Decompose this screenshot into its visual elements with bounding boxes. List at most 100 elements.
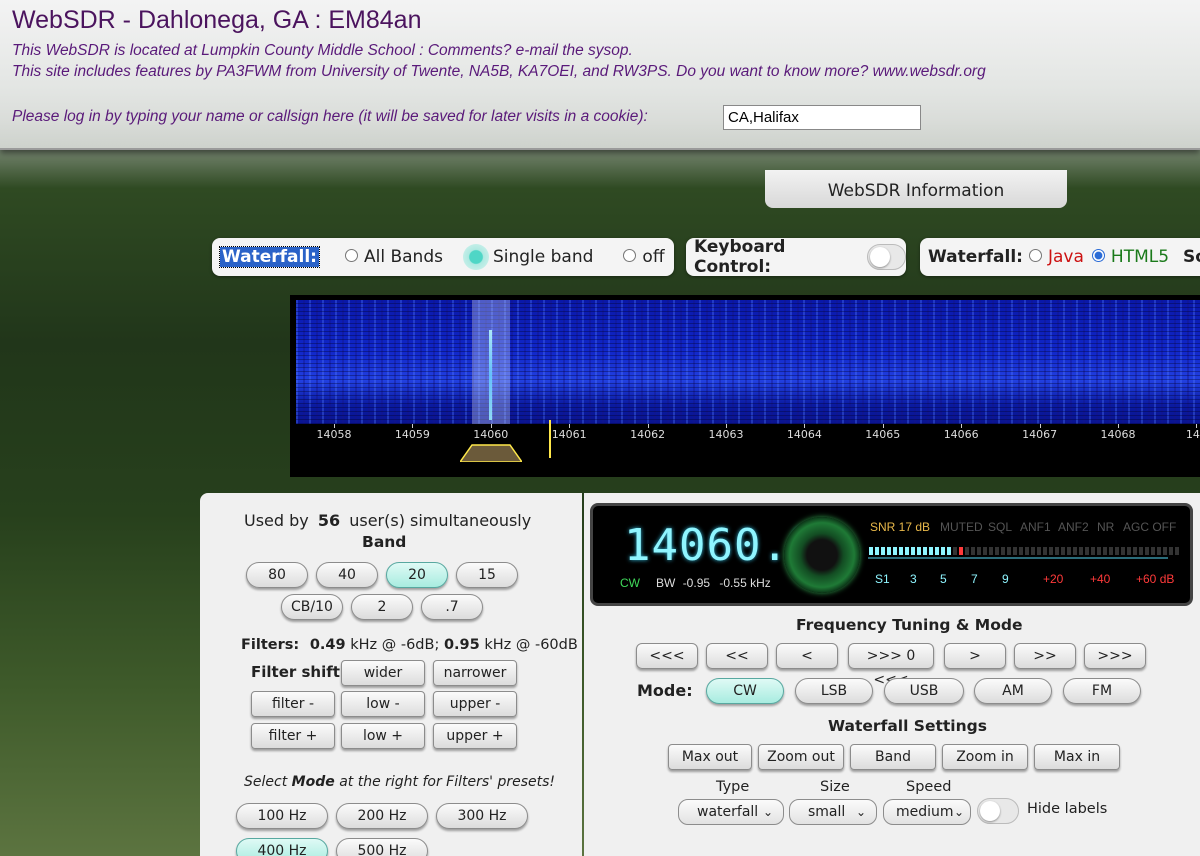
tuning-knob-icon[interactable] [784, 517, 860, 593]
tune-down-large-button[interactable]: <<< [636, 643, 698, 669]
s-meter-segment [1091, 547, 1095, 555]
speed-label: Speed [906, 779, 952, 795]
band-80-button[interactable]: 80 [246, 562, 308, 588]
s-meter-segment [1121, 547, 1125, 555]
location-text: This WebSDR is located at Lumpkin County… [12, 42, 633, 59]
tune-down-small-button[interactable]: < [776, 643, 838, 669]
waterfall-type-select[interactable]: waterfall ⌄ [678, 799, 784, 825]
s-meter-segment [1055, 547, 1059, 555]
s-meter-segment [1109, 547, 1113, 555]
users-text: Used by 56 user(s) simultaneously [244, 511, 531, 530]
s-meter-segment [1115, 547, 1119, 555]
tune-up-medium-button[interactable]: >> [1014, 643, 1076, 669]
frequency-scale[interactable] [296, 424, 1200, 472]
scale-tick [569, 424, 571, 428]
websdr-information-tab[interactable]: WebSDR Information [765, 170, 1067, 208]
preset-100hz-button[interactable]: 100 Hz [236, 803, 328, 829]
s-meter-segment [1169, 547, 1173, 555]
hide-labels-toggle[interactable] [977, 798, 1019, 824]
preset-300hz-button[interactable]: 300 Hz [436, 803, 528, 829]
waterfall-speed-select[interactable]: medium ⌄ [883, 799, 971, 825]
narrower-button[interactable]: narrower [433, 660, 517, 686]
s-meter-segment [893, 547, 897, 555]
filter-shift-label: Filter shift: [251, 663, 346, 681]
preset-500hz-button[interactable]: 500 Hz [336, 838, 428, 856]
login-prompt: Please log in by typing your name or cal… [12, 108, 648, 125]
band-heading: Band [362, 533, 407, 551]
band-70cm-button[interactable]: .7 [421, 594, 483, 620]
s-meter-segment [959, 547, 963, 555]
tune-down-medium-button[interactable]: << [706, 643, 768, 669]
mode-lsb-button[interactable]: LSB [795, 678, 873, 704]
zoom-out-button[interactable]: Zoom out [758, 744, 844, 770]
waterfall-type-value: waterfall [697, 804, 759, 820]
s-meter-segment [1157, 547, 1161, 555]
chevron-down-icon: ⌄ [855, 805, 866, 819]
s-meter-segment [881, 547, 885, 555]
mode-indicator: CW [620, 576, 640, 590]
bw-high: -0.55 kHz [719, 576, 771, 590]
java-radio[interactable] [1028, 247, 1048, 267]
mode-hint: Select Mode at the right for Filters' pr… [244, 774, 555, 790]
band-zoom-button[interactable]: Band [850, 744, 936, 770]
preset-200hz-button[interactable]: 200 Hz [336, 803, 428, 829]
filters-text: Filters: 0.49 kHz @ -6dB; 0.95 kHz @ -60… [241, 637, 578, 653]
band-2-button[interactable]: 2 [351, 594, 413, 620]
credits-text: This site includes features by PA3FWM fr… [12, 63, 986, 80]
preset-400hz-button[interactable]: 400 Hz [236, 838, 328, 856]
tune-up-large-button[interactable]: >>> [1084, 643, 1146, 669]
users-count: 56 [317, 511, 341, 530]
html5-radio[interactable] [1091, 247, 1111, 267]
off-radio[interactable] [623, 247, 642, 267]
mode-am-button[interactable]: AM [974, 678, 1052, 704]
all-bands-radio[interactable] [344, 247, 364, 267]
mode-usb-button[interactable]: USB [884, 678, 964, 704]
anf1-flag: ANF1 [1020, 520, 1051, 534]
tune-up-small-button[interactable]: > [944, 643, 1006, 669]
filter-minus-button[interactable]: filter - [251, 691, 335, 717]
waterfall-display[interactable] [296, 300, 1200, 424]
upper-plus-button[interactable]: upper + [433, 723, 517, 749]
waterfall-size-select[interactable]: small ⌄ [789, 799, 877, 825]
anf2-flag: ANF2 [1058, 520, 1089, 534]
scale-label-14065: 14065 [865, 428, 901, 441]
single-band-radio[interactable] [462, 244, 493, 270]
low-minus-button[interactable]: low - [341, 691, 425, 717]
s-meter-segment [1001, 547, 1005, 555]
scale-label-14063: 14063 [708, 428, 744, 441]
s-meter-segment [911, 547, 915, 555]
s-meter-segment [929, 547, 933, 555]
s-meter-segment [947, 547, 951, 555]
low-plus-button[interactable]: low + [341, 723, 425, 749]
s-meter-segment [1061, 547, 1065, 555]
scale-tick [490, 424, 492, 428]
keyboard-control-label: Keyboard Control: [694, 237, 786, 277]
scale-label-14059: 14059 [394, 428, 430, 441]
band-20-button[interactable]: 20 [386, 562, 448, 588]
max-in-button[interactable]: Max in [1034, 744, 1120, 770]
mode-cw-button[interactable]: CW [706, 678, 784, 704]
band-cb10-button[interactable]: CB/10 [281, 594, 343, 620]
scale-label-14064: 14064 [786, 428, 822, 441]
s-meter-segment [869, 547, 873, 555]
tuning-cursor[interactable] [549, 420, 551, 458]
upper-minus-button[interactable]: upper - [433, 691, 517, 717]
band-40-button[interactable]: 40 [316, 562, 378, 588]
tune-zero-button[interactable]: >>> 0 <<< [848, 643, 934, 688]
passband-marker[interactable] [460, 443, 522, 462]
wider-button[interactable]: wider [341, 660, 425, 686]
site-header: WebSDR - Dahlonega, GA : EM84an This Web… [0, 0, 1200, 150]
tuning-heading: Frequency Tuning & Mode [796, 616, 1023, 634]
keyboard-control-toggle[interactable] [867, 244, 906, 270]
filter-plus-button[interactable]: filter + [251, 723, 335, 749]
scale-tick [647, 424, 649, 428]
band-15-button[interactable]: 15 [456, 562, 518, 588]
max-out-button[interactable]: Max out [668, 744, 752, 770]
callsign-input[interactable] [723, 105, 921, 130]
mode-label: Mode: [637, 681, 693, 700]
zoom-in-button[interactable]: Zoom in [942, 744, 1028, 770]
mode-fm-button[interactable]: FM [1063, 678, 1141, 704]
type-label: Type [716, 779, 750, 795]
s-meter-segment [887, 547, 891, 555]
bw-label: BW [656, 576, 676, 590]
